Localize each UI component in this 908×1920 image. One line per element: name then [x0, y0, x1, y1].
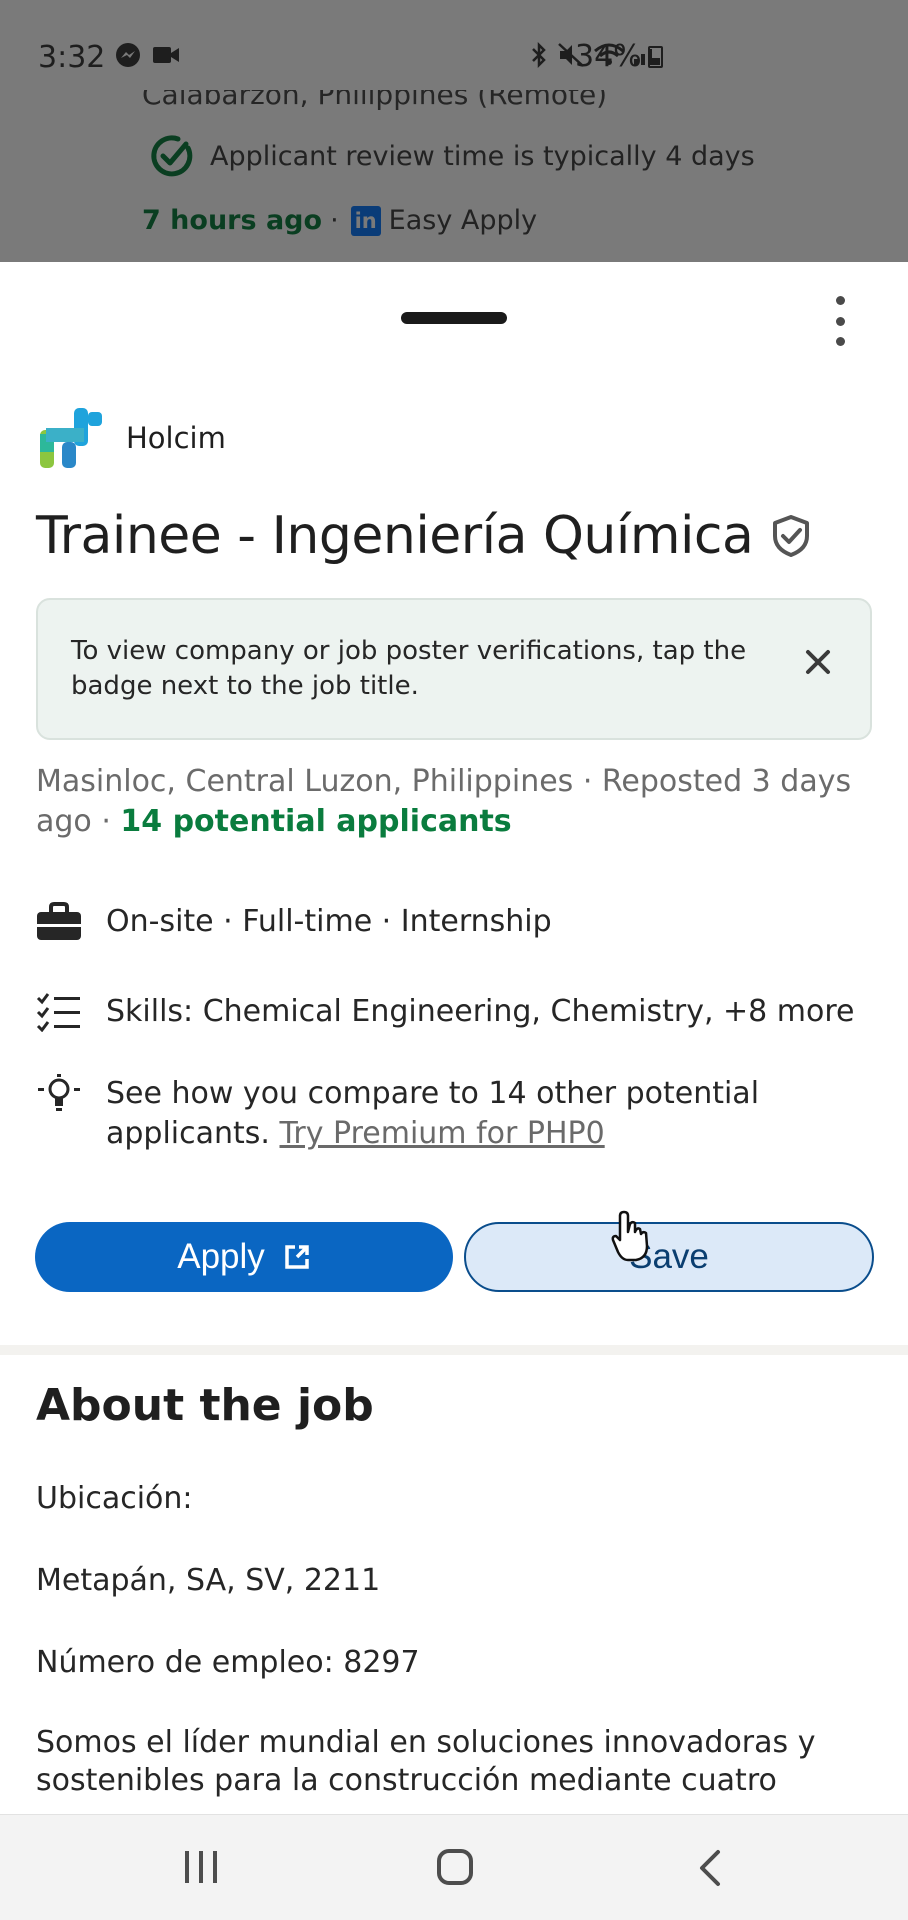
holcim-logo [40, 408, 102, 468]
sheet-drag-handle[interactable] [401, 312, 507, 324]
apply-button[interactable]: Apply [35, 1222, 453, 1292]
battery-icon [648, 46, 663, 68]
close-icon[interactable] [798, 642, 838, 682]
job-type-text: On-site · Full-time · Internship [106, 904, 552, 939]
about-heading: About the job [36, 1380, 374, 1431]
status-time: 3:32 [38, 40, 106, 75]
briefcase-icon [37, 902, 81, 940]
video-camera-icon [153, 47, 179, 63]
job-description: Somos el líder mundial en soluciones inn… [36, 1725, 816, 1798]
job-title-row: Trainee - Ingeniería Química [36, 506, 811, 566]
company-name: Holcim [126, 421, 226, 455]
back-icon[interactable] [696, 1848, 724, 1888]
try-premium-link[interactable]: Try Premium for PHP0 [280, 1116, 605, 1151]
checklist-icon [36, 993, 80, 1032]
skills-row[interactable]: Skills: Chemical Engineering, Chemistry,… [36, 992, 855, 1032]
ubicacion-label: Ubicación: [36, 1481, 193, 1516]
section-divider [0, 1345, 908, 1355]
status-notification-icons [115, 42, 181, 68]
applicants-count: 14 potential applicants [120, 804, 512, 839]
job-title: Trainee - Ingeniería Química [36, 506, 754, 566]
job-type-row: On-site · Full-time · Internship [36, 902, 552, 942]
company-row[interactable]: Holcim [36, 404, 226, 472]
system-nav-bar [0, 1814, 908, 1920]
meta-separator: · [330, 205, 339, 236]
easy-apply-label: Easy Apply [388, 205, 538, 236]
job-detail-sheet: Holcim Trainee - Ingeniería Química To v… [0, 262, 908, 1814]
external-link-icon [285, 1245, 309, 1269]
bluetooth-icon [532, 41, 546, 69]
messenger-icon [116, 43, 140, 67]
linkedin-icon: in [350, 205, 381, 236]
posted-time: 7 hours ago [142, 205, 323, 236]
numero-empleo: Número de empleo: 8297 [36, 1645, 420, 1680]
background-meta: 7 hours ago · in Easy Apply [142, 205, 537, 236]
recent-apps-icon[interactable] [182, 1849, 220, 1885]
compare-row: See how you compare to 14 other potentia… [36, 1074, 856, 1154]
apply-label: Apply [177, 1237, 265, 1276]
skills-text: Skills: Chemical Engineering, Chemistry,… [106, 994, 855, 1029]
check-circle-icon [151, 135, 193, 177]
more-vertical-icon[interactable] [822, 292, 858, 350]
review-time-text: Applicant review time is typically 4 day… [210, 140, 755, 172]
shield-check-icon[interactable] [771, 514, 811, 558]
save-button[interactable]: Save [464, 1222, 874, 1292]
verification-notice: To view company or job poster verificati… [36, 598, 872, 740]
background-review-time: Applicant review time is typically 4 day… [148, 132, 755, 180]
notice-text: To view company or job poster verificati… [71, 636, 747, 701]
job-location-line: Masinloc, Central Luzon, Philippines · R… [36, 762, 876, 842]
background-listing: 3:32 34% Calabarzon, Philippines (Remote… [0, 0, 908, 262]
lightbulb-icon [38, 1074, 80, 1111]
battery-percent: 34% [575, 39, 642, 74]
compare-text: See how you compare to 14 other potentia… [106, 1074, 856, 1154]
home-icon[interactable] [437, 1849, 473, 1885]
status-bar: 3:32 34% [0, 0, 908, 84]
ubicacion-value: Metapán, SA, SV, 2211 [36, 1563, 381, 1598]
hand-cursor-icon [611, 1210, 649, 1262]
